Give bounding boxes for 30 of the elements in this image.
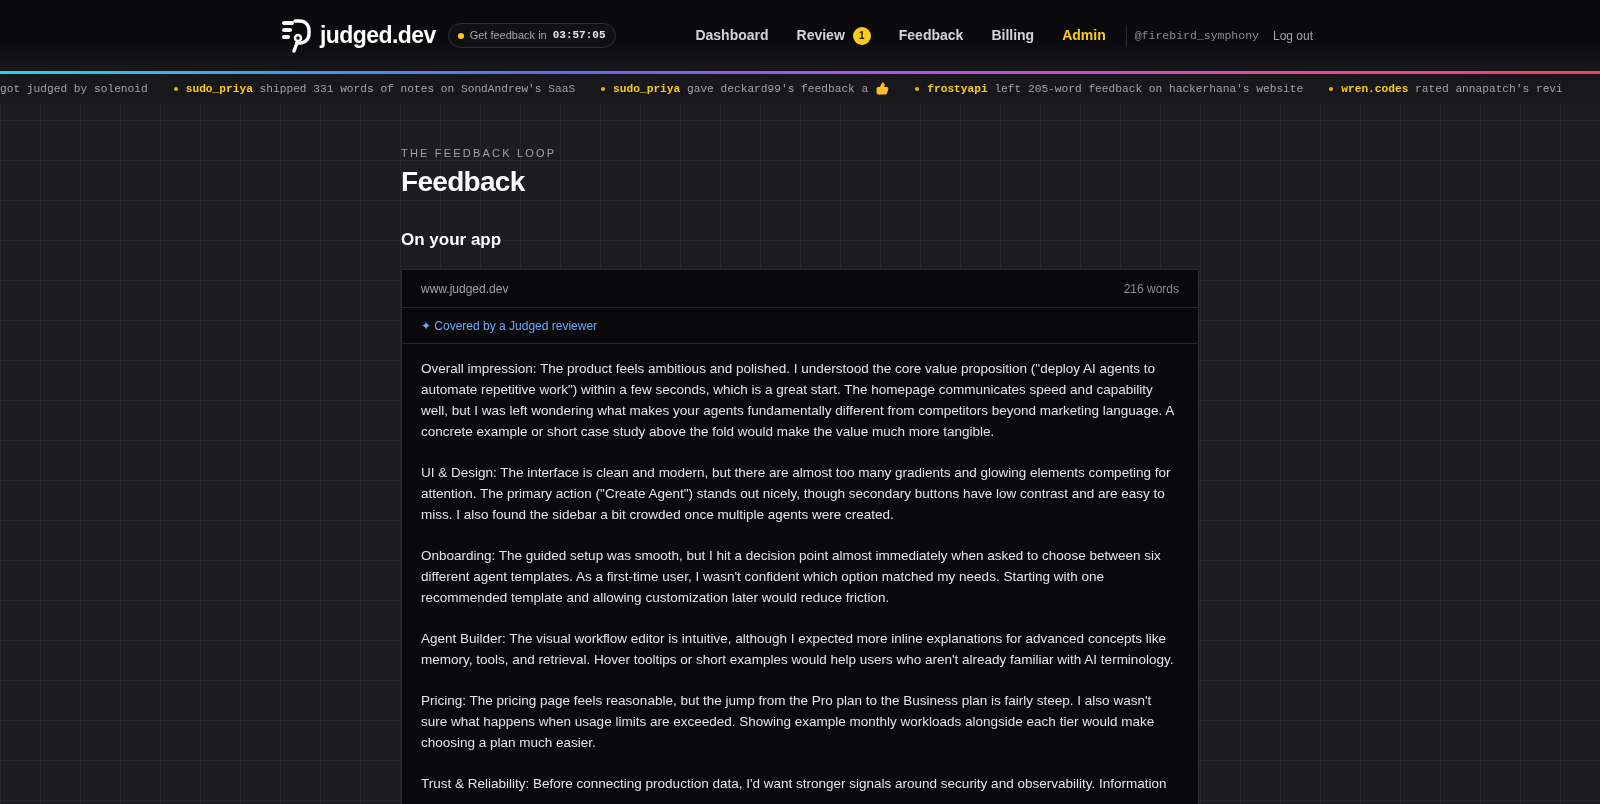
logo-icon (282, 17, 312, 54)
nav-link[interactable]: Admin (1062, 25, 1106, 46)
nav-link[interactable]: Review 1 (796, 25, 871, 46)
feedback-paragraph: Trust & Reliability: Before connecting production data, I'd want stronger signals around security and observability. Information (421, 775, 1168, 793)
reviewer-note: ✦ Covered by a Judged reviewer (421, 317, 598, 335)
logout-link[interactable]: Log out (1272, 26, 1313, 45)
feedback-paragraph: Pricing: The pricing page feels reasonable, but the jump from the Pro plan to the Business plan is fairly steep. I also wasn't sure what happens when usage limits are exceeded. Showing example monthly workloads alongside each tier would make choosing a plan much easier. (421, 692, 1156, 752)
timer-label: Get feedback in (469, 28, 547, 44)
ticker-entry: sudo_priya gave deckard99's feedback a (613, 81, 869, 97)
ticker-entry: got judged by solenoid (0, 81, 148, 97)
ticker-entry: frostyapi left 205-word feedback on hackerhana's website (927, 81, 1304, 97)
feedback-paragraph: Onboarding: The guided setup was smooth, but I hit a decision point almost immediately when asked to choose between six different agent templates. As a first-time user, I wasn't confident which option matched my needs. Starting with one recommended template and allowing customization later would reduce friction. (421, 547, 1162, 607)
nav-link[interactable]: Feedback (898, 25, 964, 46)
nav-link[interactable]: Billing (991, 25, 1035, 46)
timer-value: 03:57:05 (552, 28, 606, 44)
feedback-paragraph: Overall impression: The product feels ambitious and polished. I understood the core value proposition ("deploy AI agents to automate repetitive work") within a few seconds, which is a great start. The homepage communicates speed and capability well, but I was left wondering what makes your agents fundamentally different from competitors beyond marketing language. A concrete example or short case study above the fold would make the value much more tangible. (421, 360, 1175, 441)
count-badge: 1 (852, 26, 871, 45)
nav-link[interactable]: Dashboard (695, 25, 769, 46)
thumbs-up-icon (876, 82, 890, 96)
site-url: www.judged.dev (421, 280, 509, 298)
section-heading: On your app (401, 229, 503, 251)
feedback-paragraph: UI & Design: The interface is clean and modern, but there are almost too many gradients and glowing elements competing for attention. The primary action ("Create Agent") stands out nicely, though secondary buttons have low contrast and are easy to miss. I also found the sidebar a bit crowded once multiple agents were created. (421, 464, 1172, 524)
word-count: 216 words (1123, 280, 1179, 298)
feedback-paragraph: Agent Builder: The visual workflow editor is intuitive, although I expected more inline explanations for advanced concepts like memory, tools, and retrieval. Hover tooltips or short examples would help users who aren't already familiar with AI terminology. (421, 630, 1175, 669)
username-label: @firebird_symphony (1134, 27, 1259, 44)
page-title: Feedback (401, 165, 526, 199)
ticker-entry: wren.codes rated annapatch's revi (1341, 81, 1563, 97)
section-eyebrow: THE FEEDBACK LOOP (401, 146, 558, 160)
home-link[interactable]: judged.dev (282, 17, 436, 54)
ticker-entry: sudo_priya shipped 331 words of notes on SondAndrew's SaaS (185, 81, 576, 97)
